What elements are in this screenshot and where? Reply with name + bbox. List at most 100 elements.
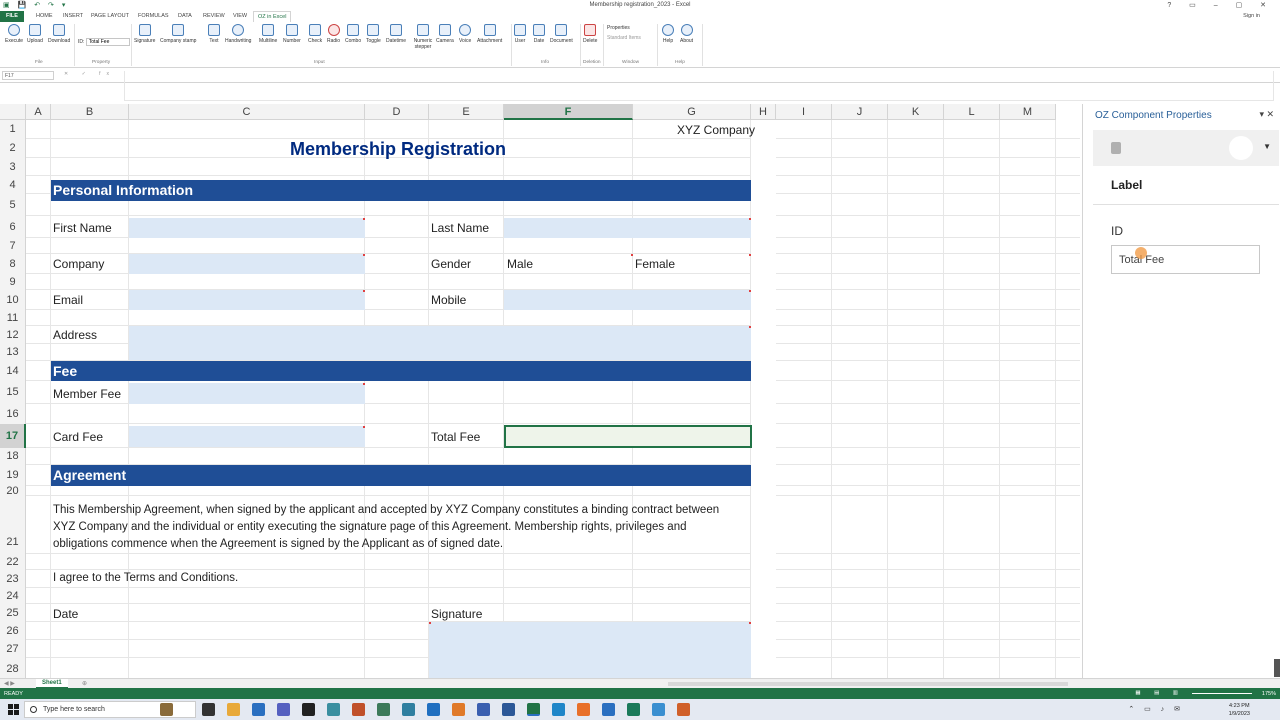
fx-icon[interactable]: fx: [99, 71, 115, 77]
app-icon[interactable]: [627, 703, 640, 716]
ribbon-id-field[interactable]: ID:: [78, 38, 130, 46]
edge-icon[interactable]: [552, 703, 565, 716]
app-icon[interactable]: [602, 703, 615, 716]
column-header-d[interactable]: D: [365, 104, 429, 120]
app-icon[interactable]: [452, 703, 465, 716]
row-header-15[interactable]: 15: [0, 381, 26, 404]
gender-female-option[interactable]: Female: [635, 257, 675, 271]
column-header-m[interactable]: M: [1000, 104, 1056, 120]
first-name-field[interactable]: [129, 218, 365, 238]
email-field[interactable]: [129, 290, 365, 310]
app-icon[interactable]: [477, 703, 490, 716]
formula-input[interactable]: [124, 71, 1274, 101]
gender-male-option[interactable]: Male: [507, 257, 533, 271]
check-button[interactable]: Check: [308, 24, 322, 44]
upload-button[interactable]: Upload: [27, 24, 43, 44]
standard-items-toggle[interactable]: Standard Items: [607, 35, 641, 41]
system-tray-icons[interactable]: ⌃ ▭ ♪ ✉: [1128, 705, 1184, 713]
zoom-slider[interactable]: [1192, 693, 1252, 694]
column-header-h[interactable]: H: [751, 104, 776, 120]
panel-close-icon[interactable]: ▾ ✕: [1259, 109, 1274, 120]
row-header-19[interactable]: 19: [0, 465, 26, 486]
name-box[interactable]: F17: [2, 71, 54, 80]
row-header-2[interactable]: 2: [0, 139, 26, 158]
tab-view[interactable]: VIEW: [233, 13, 247, 19]
panel-id-input[interactable]: [1111, 245, 1260, 274]
app-icon[interactable]: [352, 703, 365, 716]
tab-insert[interactable]: INSERT: [63, 13, 83, 19]
column-header-c[interactable]: C: [129, 104, 365, 120]
row-header-10[interactable]: 10: [0, 290, 26, 310]
app-icon[interactable]: [327, 703, 340, 716]
row-header-6[interactable]: 6: [0, 216, 26, 238]
column-header-l[interactable]: L: [944, 104, 1000, 120]
radio-button[interactable]: Radio: [327, 24, 340, 44]
last-name-field[interactable]: [504, 218, 751, 238]
excel-icon[interactable]: [527, 703, 540, 716]
color-picker[interactable]: [1229, 136, 1253, 160]
app-icon[interactable]: [252, 703, 265, 716]
vscode-icon[interactable]: [427, 703, 440, 716]
column-header-j[interactable]: J: [832, 104, 888, 120]
row-header-8[interactable]: 8: [0, 254, 26, 274]
attachment-button[interactable]: Attachment: [477, 24, 502, 44]
row-header-14[interactable]: 14: [0, 361, 26, 381]
combo-button[interactable]: Combo: [345, 24, 361, 44]
zoom-level[interactable]: 175%: [1262, 691, 1276, 697]
total-fee-field-selected[interactable]: [504, 425, 752, 448]
row-header-13[interactable]: 13: [0, 344, 26, 361]
window-controls[interactable]: ? ▭ – ▢ ✕: [1167, 1, 1274, 9]
mobile-field[interactable]: [504, 290, 751, 310]
company-field[interactable]: [129, 254, 365, 274]
column-header-g[interactable]: G: [633, 104, 751, 120]
delete-button[interactable]: Delete: [583, 24, 597, 44]
tab-oz-in-excel[interactable]: OZ in Excel: [253, 11, 292, 22]
row-header-12[interactable]: 12: [0, 326, 26, 344]
toggle-button[interactable]: Toggle: [366, 24, 381, 44]
row-header-11[interactable]: 11: [0, 310, 26, 326]
panel-scrollbar[interactable]: [1274, 659, 1280, 677]
numeric-stepper-button[interactable]: Numeric stepper: [410, 24, 436, 50]
row-header-23[interactable]: 23: [0, 570, 26, 588]
word-icon[interactable]: [502, 703, 515, 716]
member-fee-field[interactable]: [129, 383, 365, 404]
row-header-26[interactable]: 26: [0, 622, 26, 640]
view-buttons[interactable]: ▦ ▤ ▥: [1135, 690, 1184, 696]
row-header-17[interactable]: 17: [0, 424, 26, 448]
card-fee-field[interactable]: [129, 426, 365, 447]
user-button[interactable]: User: [514, 24, 526, 44]
row-header-24[interactable]: 24: [0, 588, 26, 604]
row-header-7[interactable]: 7: [0, 238, 26, 254]
tab-file[interactable]: FILE: [0, 11, 24, 22]
company-stamp-button[interactable]: Company stamp: [160, 24, 196, 44]
task-view-icon[interactable]: [202, 703, 215, 716]
execute-button[interactable]: Execute: [5, 24, 23, 44]
add-sheet-icon[interactable]: ⊕: [82, 680, 87, 687]
app-icon[interactable]: [677, 703, 690, 716]
column-header-a[interactable]: A: [26, 104, 51, 120]
row-header-3[interactable]: 3: [0, 158, 26, 176]
row-header-16[interactable]: 16: [0, 404, 26, 424]
sheet-nav-arrows[interactable]: ◀ ▶: [4, 680, 15, 687]
row-header-21[interactable]: 21: [0, 496, 26, 554]
camera-button[interactable]: Camera: [436, 24, 454, 44]
row-header-1[interactable]: 1: [0, 120, 26, 139]
component-flag-icon[interactable]: [1111, 142, 1121, 154]
date-button[interactable]: Date: [533, 24, 545, 44]
row-header-28[interactable]: 28: [0, 658, 26, 678]
row-header-20[interactable]: 20: [0, 486, 26, 497]
tab-data[interactable]: DATA: [178, 13, 192, 19]
taskbar-clock[interactable]: 4:23 PM 1/9/2023: [1229, 702, 1250, 718]
help-button[interactable]: Help: [662, 24, 674, 44]
row-header-27[interactable]: 27: [0, 640, 26, 658]
voice-button[interactable]: Voice: [459, 24, 471, 44]
signature-field[interactable]: [429, 622, 751, 678]
terminal-icon[interactable]: [302, 703, 315, 716]
column-header-b[interactable]: B: [51, 104, 129, 120]
column-header-i[interactable]: I: [776, 104, 832, 120]
properties-toggle[interactable]: Properties: [607, 25, 630, 31]
windows-start-icon[interactable]: [8, 704, 19, 715]
worksheet-grid[interactable]: ABCDEFGHIJKLM 1 2 3 4 5 6 7 8 9 10 11 12 13 14 15 16 17 1…: [0, 104, 1080, 678]
download-button[interactable]: Download: [48, 24, 70, 44]
select-all-corner[interactable]: [0, 104, 26, 120]
